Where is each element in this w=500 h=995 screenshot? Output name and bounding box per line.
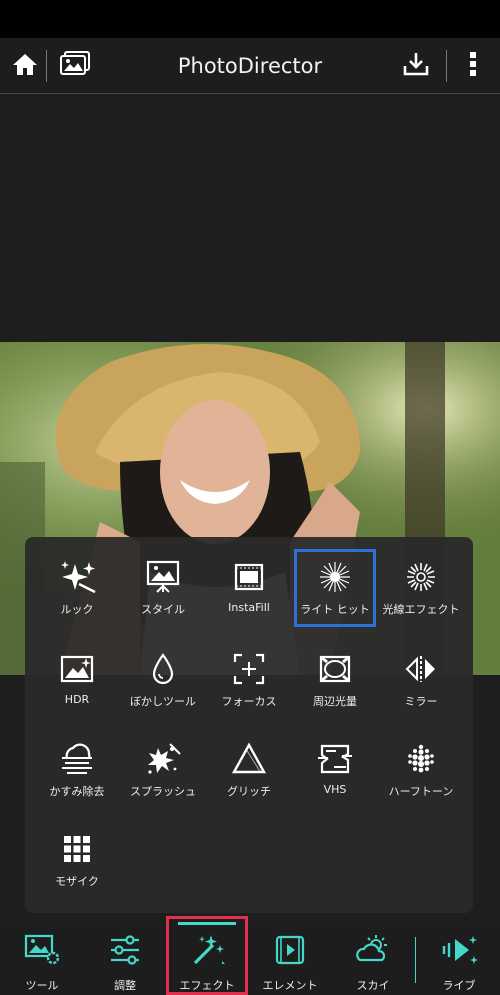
- selected-effect-highlight: [294, 549, 376, 627]
- top-app-bar: PhotoDirector: [0, 38, 500, 94]
- tab-sky[interactable]: スカイ: [332, 921, 414, 995]
- hdr-icon: [34, 651, 120, 687]
- effect-halftone[interactable]: ハーフトーン: [378, 719, 464, 807]
- app-title: PhotoDirector: [177, 54, 323, 78]
- mosaic-icon: [34, 831, 120, 867]
- effect-label: ミラー: [404, 695, 438, 708]
- effect-label: InstaFill: [228, 601, 270, 614]
- effect-vhs[interactable]: VHS: [292, 719, 378, 807]
- more-vertical-icon: [469, 51, 477, 81]
- splash-icon: [120, 741, 206, 777]
- effect-label: HDR: [64, 693, 90, 706]
- effect-mirror[interactable]: ミラー: [378, 629, 464, 717]
- download-icon: [402, 51, 430, 81]
- tab-label: エレメント: [262, 979, 318, 992]
- focus-icon: [206, 651, 292, 687]
- element-icon: [248, 933, 332, 967]
- tab-label: スカイ: [356, 979, 390, 992]
- instafill-icon: [206, 559, 292, 595]
- effect-label: ルック: [60, 603, 94, 616]
- sparkles-icon: [34, 559, 120, 595]
- live-icon: [418, 933, 500, 967]
- gallery-icon: [59, 51, 91, 81]
- home-icon: [12, 52, 38, 80]
- tab-element[interactable]: エレメント: [248, 921, 332, 995]
- blur-drop-icon: [120, 651, 206, 687]
- dehaze-icon: [34, 741, 120, 777]
- effect-instafill[interactable]: InstaFill: [206, 537, 292, 625]
- gallery-button[interactable]: [56, 38, 94, 94]
- tab-tools[interactable]: ツール: [0, 921, 84, 995]
- ray-effect-icon: [378, 559, 464, 595]
- effect-label: ぼかしツール: [130, 695, 196, 708]
- vignette-icon: [292, 651, 378, 687]
- effect-label: ハーフトーン: [388, 785, 454, 798]
- header-divider: [46, 50, 47, 82]
- tab-divider: [415, 937, 416, 983]
- style-icon: [120, 559, 206, 595]
- effect-splash[interactable]: スプラッシュ: [120, 719, 206, 807]
- effects-panel: ルック スタイル InstaFill ライト ヒット 光線エフェクト HDR ぼ…: [25, 537, 473, 913]
- effect-mosaic[interactable]: モザイク: [34, 809, 120, 897]
- effect-glitch[interactable]: グリッチ: [206, 719, 292, 807]
- effect-label: スプラッシュ: [130, 785, 196, 798]
- effect-look[interactable]: ルック: [34, 537, 120, 625]
- tab-label: ツール: [25, 979, 59, 992]
- glitch-icon: [206, 741, 292, 777]
- effect-label: フォーカス: [221, 695, 277, 708]
- mirror-icon: [378, 651, 464, 687]
- status-bar: [0, 0, 500, 38]
- effect-ray[interactable]: 光線エフェクト: [378, 537, 464, 625]
- effect-vignette[interactable]: 周辺光量: [292, 629, 378, 717]
- download-button[interactable]: [398, 38, 434, 94]
- header-divider: [446, 50, 447, 82]
- effect-label: スタイル: [141, 603, 185, 616]
- effect-label: グリッチ: [227, 785, 271, 798]
- effect-dehaze[interactable]: かすみ除去: [34, 719, 120, 807]
- effect-style[interactable]: スタイル: [120, 537, 206, 625]
- bottom-tab-bar: ツール 調整 エフェクト エレメント スカイ ライブ: [0, 921, 500, 995]
- sky-icon: [332, 933, 414, 967]
- tab-adjust[interactable]: 調整: [84, 921, 166, 995]
- effect-focus[interactable]: フォーカス: [206, 629, 292, 717]
- tools-icon: [0, 933, 84, 967]
- effect-label: モザイク: [55, 875, 99, 888]
- vhs-icon: [292, 741, 378, 777]
- effect-label: 光線エフェクト: [382, 603, 460, 616]
- tab-live[interactable]: ライブ: [418, 921, 500, 995]
- active-tab-highlight: [166, 916, 248, 995]
- tab-label: ライブ: [442, 979, 476, 992]
- effect-label: VHS: [323, 783, 347, 796]
- more-menu-button[interactable]: [456, 38, 490, 94]
- effect-label: 周辺光量: [313, 695, 357, 708]
- tab-label: 調整: [114, 979, 136, 992]
- adjust-sliders-icon: [84, 933, 166, 967]
- effect-label: かすみ除去: [49, 785, 105, 798]
- home-button[interactable]: [8, 38, 42, 94]
- effect-blur-tool[interactable]: ぼかしツール: [120, 629, 206, 717]
- halftone-icon: [378, 741, 464, 777]
- effect-hdr[interactable]: HDR: [34, 629, 120, 717]
